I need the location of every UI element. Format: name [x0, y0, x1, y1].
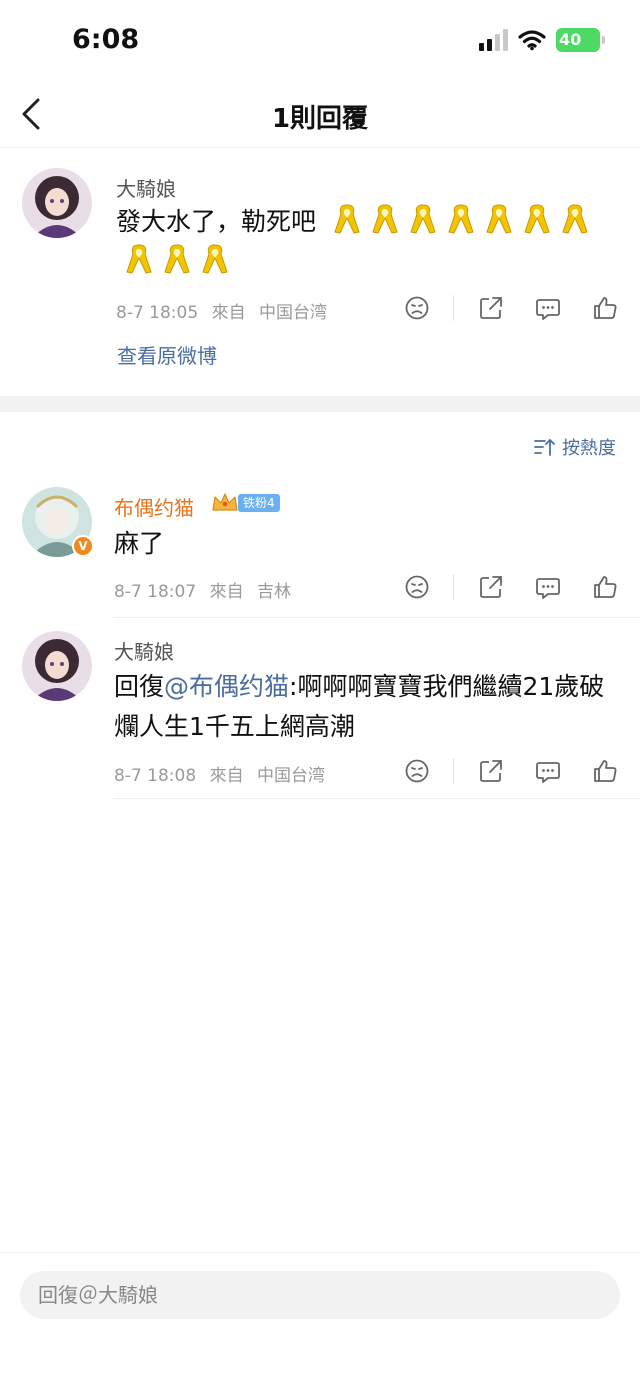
avatar[interactable] — [22, 631, 92, 701]
battery-level: 40 — [559, 30, 582, 49]
commenter-name[interactable]: 布偶约猫 — [114, 492, 194, 521]
comment-icon[interactable] — [519, 569, 576, 605]
comment-actions — [388, 569, 633, 605]
sort-label: 按熱度 — [562, 438, 616, 459]
ribbon-icon — [334, 204, 360, 234]
comment-meta: 8-7 18:08 來自 中国台湾 — [114, 761, 325, 786]
nav-bar: 1則回覆 — [0, 84, 640, 148]
section-divider — [0, 396, 640, 412]
like-icon[interactable] — [576, 569, 633, 605]
comment-icon[interactable] — [519, 753, 576, 789]
ribbon-icon — [486, 204, 512, 234]
view-original-link[interactable]: 查看原微博 — [117, 340, 217, 369]
reply-bar: 回復＠大騎娘 — [0, 1252, 640, 1385]
status-icons: 40 — [479, 28, 605, 52]
dislike-icon[interactable] — [388, 569, 445, 605]
ribbon-icon — [164, 244, 190, 274]
ribbon-icon — [202, 244, 228, 274]
reply-prefix: 回復 — [114, 672, 165, 701]
comment-divider — [114, 798, 640, 799]
reply-input[interactable]: 回復＠大騎娘 — [20, 1271, 620, 1319]
ribbon-icon — [372, 204, 398, 234]
ribbon-icon — [524, 204, 550, 234]
comment-from: 來自 — [209, 582, 244, 602]
dislike-icon[interactable] — [388, 753, 445, 789]
post-meta: 8-7 18:05 來自 中国台湾 — [116, 298, 327, 323]
comment-date: 8-7 18:08 — [114, 766, 197, 786]
ribbon-icon — [126, 244, 152, 274]
comment-meta: 8-7 18:07 來自 吉林 — [114, 577, 291, 602]
comment-text: 麻了 — [114, 529, 165, 558]
status-time: 6:08 — [72, 24, 140, 55]
post-from: 來自 — [211, 303, 246, 323]
ribbon-icon — [410, 204, 436, 234]
sort-button[interactable]: 按熱度 — [534, 434, 616, 460]
author-name[interactable]: 大騎娘 — [116, 173, 176, 202]
page-title: 1則回覆 — [271, 104, 369, 134]
avatar[interactable] — [22, 168, 92, 238]
status-bar: 6:08 40 — [0, 0, 640, 80]
comment-location: 中国台湾 — [256, 766, 325, 786]
commenter-name[interactable]: 大騎娘 — [114, 636, 174, 665]
share-icon[interactable] — [462, 753, 519, 789]
comment-from: 來自 — [209, 766, 244, 786]
share-icon[interactable] — [462, 290, 519, 326]
fan-badge: 铁粉4 — [238, 494, 280, 512]
post-date: 8-7 18:05 — [116, 303, 199, 323]
verified-badge: V — [72, 535, 94, 557]
post-actions — [388, 290, 633, 326]
crown-icon — [212, 493, 238, 511]
comment-text: 回復@布偶约猫:啊啊啊寶寶我們繼續21歲破爛人生1千五上網高潮 — [114, 667, 614, 747]
comment-icon[interactable] — [519, 290, 576, 326]
post-location: 中国台湾 — [258, 303, 327, 323]
battery-icon: 40 — [556, 28, 605, 52]
post-text-body: 發大水了，勒死吧 — [116, 207, 317, 236]
mention-link[interactable]: @布偶约猫 — [164, 672, 289, 701]
ribbon-icon — [448, 204, 474, 234]
post-text: 發大水了，勒死吧 — [116, 202, 616, 282]
share-icon[interactable] — [462, 569, 519, 605]
sort-icon — [534, 439, 555, 456]
like-icon[interactable] — [576, 753, 633, 789]
comment-actions — [388, 753, 633, 789]
comment-date: 8-7 18:07 — [114, 582, 197, 602]
like-icon[interactable] — [576, 290, 633, 326]
comment-divider — [114, 617, 640, 618]
signal-icon — [479, 29, 508, 51]
ribbon-icon — [562, 204, 588, 234]
comment-location: 吉林 — [256, 582, 291, 602]
dislike-icon[interactable] — [388, 290, 445, 326]
wifi-icon — [518, 30, 546, 51]
